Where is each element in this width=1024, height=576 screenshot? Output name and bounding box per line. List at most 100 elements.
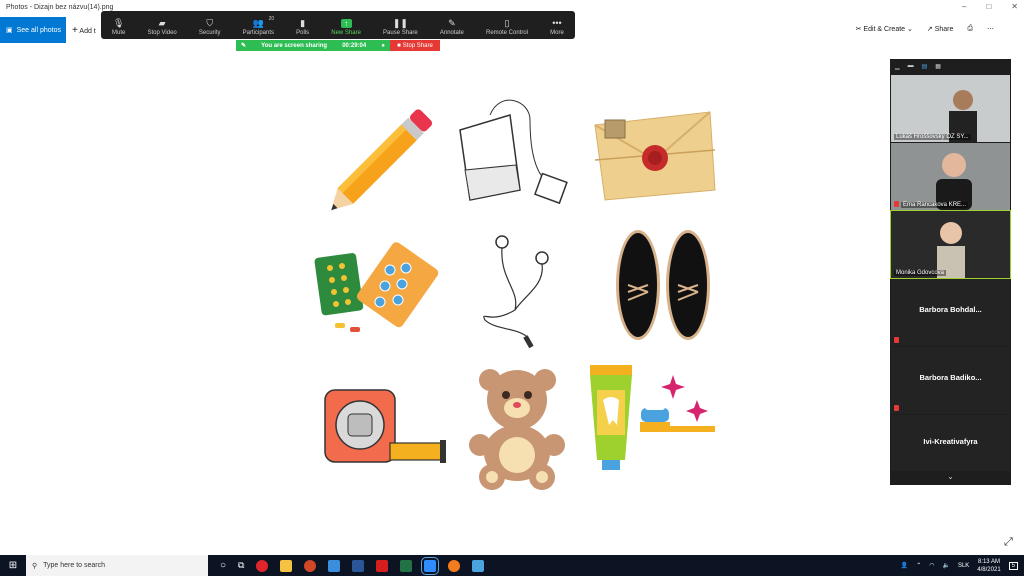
mouse-icon: ▯ — [504, 18, 510, 28]
clock[interactable]: 8:13 AM 4/8/2021 — [977, 558, 1000, 574]
network-icon[interactable]: ◠ — [929, 562, 934, 569]
more-button[interactable]: ••• More — [550, 18, 564, 36]
polls-button[interactable]: ▮ Polls — [296, 18, 309, 36]
search-icon: ⚲ — [32, 562, 38, 570]
remote-control-label: Remote Control — [486, 30, 529, 36]
tape-measure-illustration — [324, 389, 446, 463]
file-explorer-icon[interactable] — [280, 559, 293, 572]
people-icon[interactable]: 👤 — [901, 562, 908, 569]
edit-create-button[interactable]: ✂ Edit & Create ⌄ — [856, 25, 913, 33]
pause-share-button[interactable]: ❚❚ Pause Share — [383, 18, 418, 36]
minimize-panel-icon[interactable]: ▁ — [895, 63, 900, 71]
mute-button[interactable]: 🎙 Mute — [112, 18, 125, 36]
people-icon: 👥 — [252, 18, 264, 28]
see-all-photos-button[interactable]: ▣ See all photos — [0, 17, 66, 43]
opera-icon[interactable] — [256, 559, 269, 572]
clock-date: 4/8/2021 — [977, 566, 1001, 573]
drag-handle-icon[interactable]: ✎ — [241, 42, 246, 49]
gallery-view-icon[interactable]: ▦ — [935, 63, 941, 71]
more-dots-icon: ••• — [552, 18, 562, 28]
shield-check-icon: ● — [381, 42, 385, 49]
excel-icon[interactable] — [400, 559, 413, 572]
remote-control-button[interactable]: ▯ Remote Control — [486, 18, 528, 36]
task-view-icon[interactable]: ⧉ — [238, 560, 244, 572]
system-tray: 👤 ⌃ ◠ 🔈 SLK 8:13 AM 4/8/2021 5 — [901, 555, 1018, 576]
annotate-button[interactable]: ✎ Annotate — [440, 18, 464, 36]
plus-icon: + — [72, 25, 78, 36]
share-button[interactable]: ↗ Share — [927, 25, 954, 33]
sharing-timer: 00:29:04 — [342, 42, 367, 49]
firefox-icon[interactable] — [448, 559, 461, 572]
shield-icon: ⛉ — [206, 18, 214, 28]
polls-label: Polls — [296, 30, 310, 36]
annotate-label: Annotate — [439, 30, 464, 36]
windows-start-icon[interactable]: ⊞ — [0, 555, 26, 576]
security-label: Security — [198, 30, 221, 36]
participant-video — [891, 75, 1010, 142]
photos-icon[interactable] — [472, 559, 485, 572]
acrobat-icon[interactable] — [376, 559, 389, 572]
scroll-down-chevron-icon[interactable]: ⌄ — [890, 472, 1011, 481]
share-label: Share — [934, 26, 954, 33]
participant-name: Barbora Badiko... — [919, 373, 982, 382]
participant-tile[interactable]: Ema Rancakova KRE... — [891, 143, 1010, 210]
shoes-illustration — [616, 230, 710, 340]
participant-tile[interactable]: Barbora Badiko... — [891, 347, 1010, 414]
bar-chart-icon: ▮ — [300, 18, 306, 28]
powerpoint-icon[interactable] — [304, 559, 317, 572]
teddy-bear-illustration — [469, 369, 565, 490]
print-icon[interactable]: ⎙ — [967, 25, 973, 33]
pause-icon: ❚❚ — [392, 18, 408, 28]
participants-count: 20 — [268, 16, 275, 22]
envelope-illustration — [594, 111, 716, 201]
share-icon: ↗ — [926, 26, 933, 33]
search-placeholder: Type here to search — [43, 562, 106, 569]
muted-mic-icon — [894, 201, 899, 207]
show-hidden-icons-icon[interactable]: ⌃ — [916, 562, 921, 569]
participant-tile[interactable]: Barbora Bohdal... — [891, 279, 1010, 346]
window-title: Photos - Dizajn bez názvu(14).png — [6, 4, 114, 11]
muted-mic-icon — [894, 337, 899, 343]
sharing-status: ✎ You are screen sharing 00:29:04 ● — [236, 40, 390, 51]
word-icon[interactable] — [352, 559, 365, 572]
participant-video — [891, 143, 1010, 210]
participant-tile[interactable]: Ivi-Kreativafyra — [891, 415, 1010, 471]
minimize-button[interactable]: – — [962, 2, 966, 11]
language-indicator[interactable]: SLK — [958, 563, 969, 569]
participant-tile[interactable]: Monika Gdovcova — [890, 210, 1011, 279]
stop-share-button[interactable]: ■ Stop Share — [390, 40, 440, 51]
stop-video-button[interactable]: ▰ Stop Video — [148, 18, 177, 36]
close-button[interactable]: ✕ — [1011, 2, 1018, 11]
participants-label: Participants — [242, 30, 275, 36]
volume-icon[interactable]: 🔈 — [942, 562, 949, 569]
more-options-icon[interactable]: ⋯ — [987, 25, 994, 33]
tea-bag-illustration — [459, 99, 568, 205]
maximize-button[interactable]: □ — [986, 2, 991, 11]
participant-name: Ema Rancakova KRE... — [901, 202, 969, 208]
pause-share-label: Pause Share — [383, 30, 418, 36]
new-share-button[interactable]: ↑ New Share — [331, 19, 361, 36]
strip-view-icon[interactable]: ▤ — [922, 63, 928, 71]
more-label: More — [550, 30, 564, 36]
security-button[interactable]: ⛉ Security — [199, 18, 221, 36]
edit-create-label: Edit & Create — [863, 26, 906, 33]
cortana-icon[interactable]: ○ — [220, 560, 226, 572]
participant-tile[interactable]: Lukáš Hroššovský OZ SY... — [891, 75, 1010, 142]
microphone-icon: 🎙 — [113, 18, 125, 28]
stop-icon: ■ — [397, 42, 401, 49]
clock-time: 8:13 AM — [977, 558, 1000, 565]
notifications-icon[interactable]: 5 — [1008, 561, 1018, 570]
mail-icon[interactable] — [328, 559, 341, 572]
add-to-button[interactable]: + Add t — [72, 25, 96, 36]
participants-button[interactable]: 👥 20 Participants — [242, 16, 275, 36]
see-all-label: See all photos — [16, 26, 61, 34]
pills-illustration — [314, 242, 439, 332]
panel-view-controls: ▁ ▬ ▤ ▦ — [890, 59, 1011, 75]
pencil-icon: ✎ — [448, 18, 456, 28]
edit-icon: ✂ — [855, 26, 862, 33]
fullscreen-expand-icon[interactable]: ⤢ — [1004, 536, 1013, 549]
zoom-icon[interactable] — [421, 556, 440, 575]
single-view-icon[interactable]: ▬ — [908, 63, 914, 71]
taskbar-search-box[interactable]: ⚲ Type here to search — [26, 555, 208, 576]
add-to-label: Add t — [79, 28, 96, 35]
